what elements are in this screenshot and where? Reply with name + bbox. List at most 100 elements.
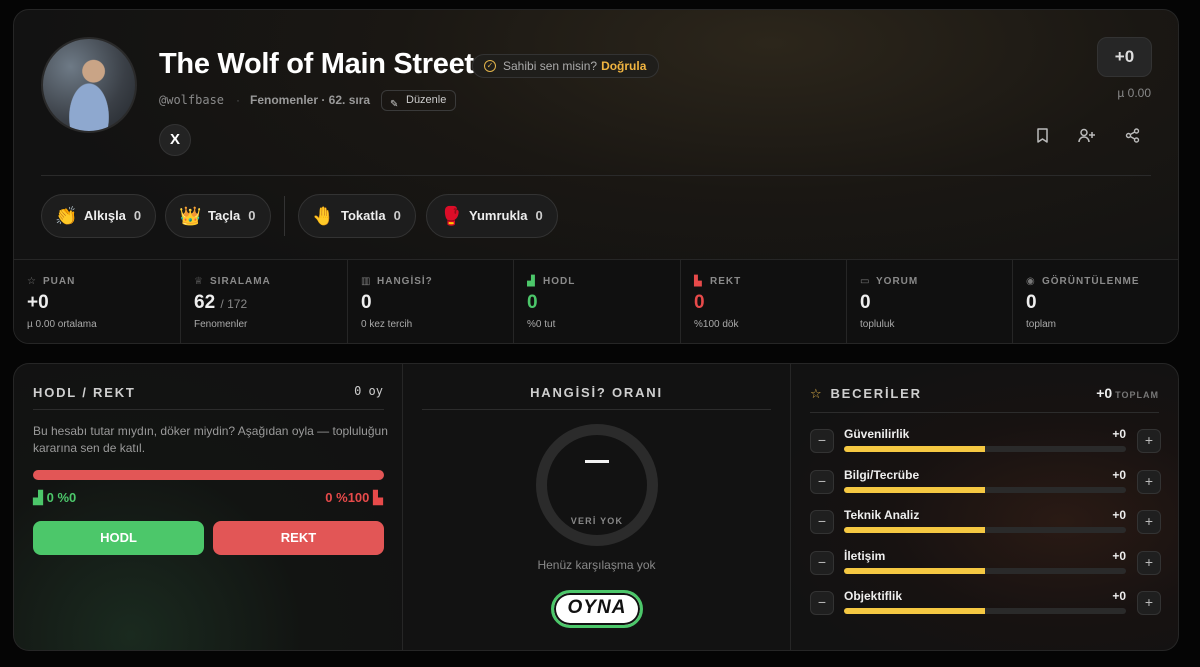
stat-hangisi: ▥ HANGİSİ? 0 0 kez tercih [347, 260, 513, 343]
stat-sub: topluluk [860, 319, 895, 330]
skill-increase-button[interactable]: + [1137, 550, 1161, 575]
comment-icon: ▭ [860, 276, 871, 287]
skill-row: − Bilgi/Tecrübe +0 + [810, 468, 1161, 498]
divider [33, 409, 384, 410]
claim-badge[interactable]: ✓ Sahibi sen misin? Doğrula [472, 54, 660, 78]
ratio-ring: VERİ YOK [536, 424, 658, 546]
skill-decrease-button[interactable]: − [810, 469, 834, 494]
hodl-rekt-title: HODL / REKT [33, 385, 136, 400]
separator-dot: · [236, 93, 240, 107]
skill-bar-fill [844, 608, 985, 614]
rekt-button[interactable]: REKT [213, 521, 384, 555]
skill-decrease-button[interactable]: − [810, 510, 834, 534]
skill-increase-button[interactable]: + [1137, 591, 1161, 615]
stat-yorum: ▭ YORUM 0 topluluk [846, 260, 1012, 343]
skill-row: − Güvenilirlik +0 + [810, 427, 1161, 457]
stat-puan: ☆ PUAN +0 µ 0.00 ortalama [14, 260, 180, 343]
reaction-label: Tokatla [341, 208, 386, 223]
skill-increase-button[interactable]: + [1137, 429, 1161, 453]
stat-sub: toplam [1026, 319, 1057, 330]
verify-link[interactable]: Doğrula [601, 59, 646, 73]
claim-text: Sahibi sen misin? [503, 59, 598, 73]
score-box: +0 [1097, 37, 1152, 77]
stat-sub: %0 tut [527, 319, 556, 330]
stat-sub: Fenomenler [194, 319, 248, 330]
stat-label: HODL [543, 276, 576, 287]
x-social-button[interactable]: X [159, 124, 191, 156]
stat-value-extra: / 172 [220, 297, 248, 311]
reaction-count: 0 [248, 208, 256, 223]
divider [41, 175, 1151, 176]
bookmark-icon [1036, 128, 1048, 143]
stat-sub: 0 kez tercih [361, 319, 413, 330]
reaction-slap-button[interactable]: 🤚 Tokatla 0 [298, 194, 416, 238]
hodl-icon: ▟ [527, 276, 536, 287]
skill-bar-fill [844, 446, 985, 452]
profile-handle: @wolfbase [159, 93, 225, 107]
ratio-value [585, 460, 609, 463]
play-button[interactable]: OYNA [551, 590, 643, 628]
edit-label: Düzenle [406, 94, 447, 106]
stat-value: 0 [1026, 292, 1037, 313]
stat-value: +0 [27, 292, 49, 313]
hodl-percent: ▟ 0 %0 [33, 490, 77, 505]
skill-name: Teknik Analiz [844, 508, 920, 522]
stat-sub: %100 dök [694, 319, 739, 330]
skill-name: İletişim [844, 548, 886, 563]
skill-decrease-button[interactable]: − [810, 591, 834, 615]
share-button[interactable] [1118, 124, 1146, 152]
verify-check-icon: ✓ [484, 60, 496, 72]
skill-bar [844, 527, 1126, 533]
eye-icon: ◉ [1026, 276, 1036, 287]
skill-value: +0 [1112, 427, 1126, 441]
punch-icon: 🥊 [440, 206, 463, 226]
skill-name: Güvenilirlik [844, 427, 910, 441]
stat-value: 0 [860, 292, 871, 313]
reaction-clap-button[interactable]: 👏 Alkışla 0 [41, 194, 157, 238]
hangisi-title: HANGİSİ? ORANI [530, 385, 663, 400]
stat-rekt: ▙ REKT 0 %100 dök [680, 260, 846, 343]
skill-value: +0 [1112, 508, 1126, 522]
reaction-count: 0 [393, 208, 401, 223]
follow-button[interactable] [1072, 124, 1100, 152]
reaction-punch-button[interactable]: 🥊 Yumrukla 0 [426, 194, 558, 238]
rekt-percent: 0 %100 ▙ [325, 490, 383, 505]
hodl-button[interactable]: HODL [33, 521, 204, 555]
bar-chart-icon: ▥ [361, 276, 372, 287]
skill-increase-button[interactable]: + [1137, 510, 1161, 534]
hodl-rekt-bar [33, 470, 384, 480]
stat-label: REKT [710, 276, 742, 287]
skill-bar-fill [844, 486, 985, 493]
reaction-label: Taçla [208, 208, 241, 223]
skills-title: ☆ BECERİLER [810, 386, 922, 401]
bookmark-button[interactable] [1028, 124, 1056, 152]
skill-value: +0 [1112, 467, 1126, 482]
skill-bar-fill [844, 527, 985, 533]
stat-sub: µ 0.00 ortalama [27, 319, 97, 330]
skill-value: +0 [1112, 589, 1126, 603]
hodl-description: Bu hesabı tutar mıydın, döker miydin? Aş… [33, 424, 388, 455]
stat-label: PUAN [43, 276, 76, 287]
crown-icon: 👑 [179, 206, 202, 226]
skill-decrease-button[interactable]: − [810, 429, 834, 453]
trophy-icon: ♕ [194, 276, 204, 287]
skill-increase-button[interactable]: + [1137, 469, 1161, 494]
profile-rank: Fenomenler · 62. sıra [250, 93, 371, 107]
skills-total: +0 TOPLAM [1096, 385, 1159, 401]
hodl-rekt-panel: HODL / REKT 0 oy Bu hesabı tutar mıydın,… [13, 363, 403, 651]
skills-panel: ☆ BECERİLER +0 TOPLAM − Güvenilirlik +0 + − Bil… [790, 363, 1179, 651]
stat-hodl: ▟ HODL 0 %0 tut [513, 260, 679, 343]
edit-button[interactable]: ✎ Düzenle [381, 90, 457, 111]
stat-siralama: ♕ SIRALAMA 62 / 172 Fenomenler [180, 260, 346, 343]
no-match-text: Henüz karşılaşma yok [537, 558, 656, 572]
vote-count: 0 oy [354, 384, 383, 398]
skill-bar [844, 446, 1126, 452]
skill-decrease-button[interactable]: − [810, 550, 834, 575]
skill-row: − İletişim +0 + [810, 549, 1161, 579]
reaction-count: 0 [133, 208, 142, 223]
no-data-label: VERİ YOK [570, 516, 624, 526]
reaction-separator [284, 196, 285, 236]
divider [422, 409, 771, 410]
reaction-crown-button[interactable]: 👑 Taçla 0 [165, 194, 271, 238]
avatar[interactable] [41, 37, 137, 133]
